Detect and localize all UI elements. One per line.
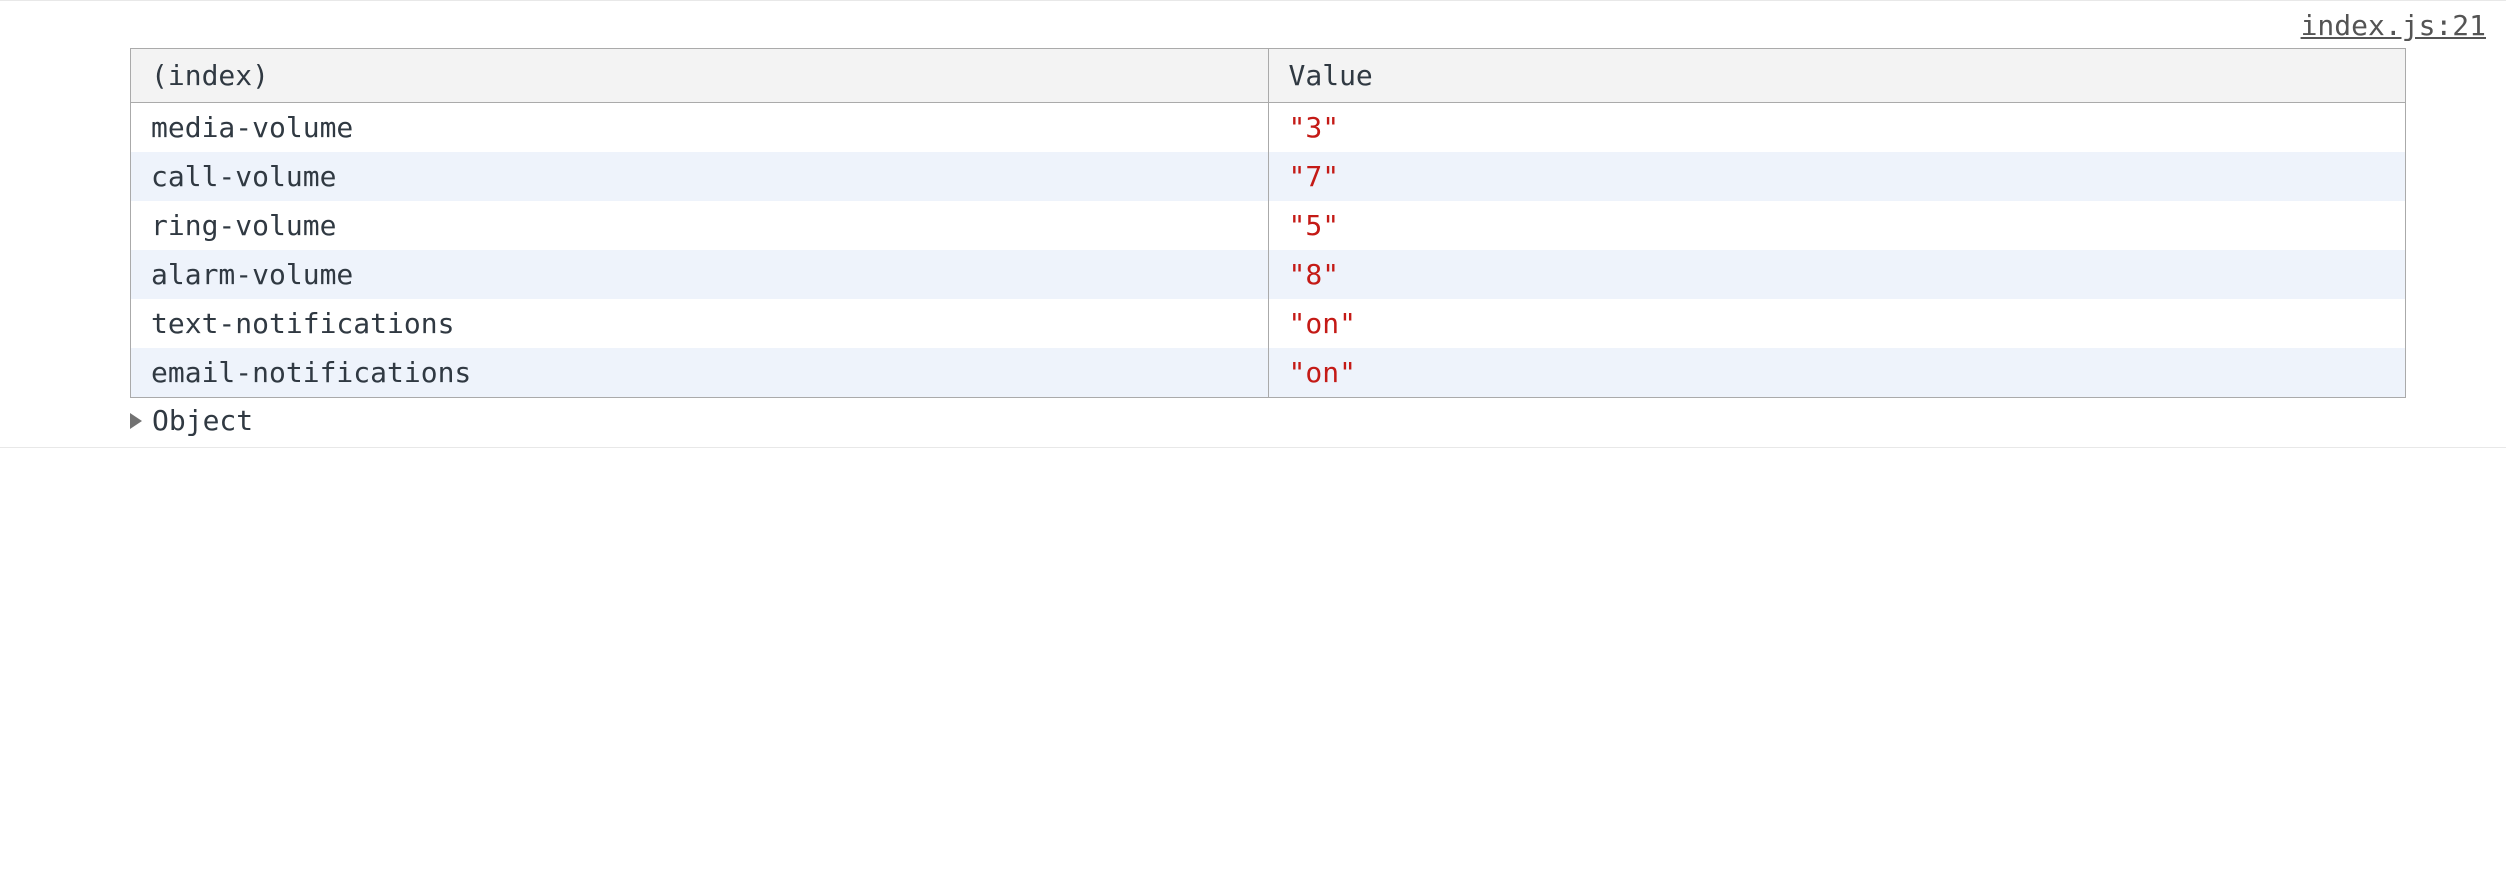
table-row[interactable]: alarm-volume "8" bbox=[131, 250, 2406, 299]
column-header-index[interactable]: (index) bbox=[131, 49, 1269, 103]
value-cell: "on" bbox=[1268, 299, 2406, 348]
value-cell: "8" bbox=[1268, 250, 2406, 299]
index-cell: text-notifications bbox=[131, 299, 1269, 348]
console-table: (index) Value media-volume "3" call-volu… bbox=[130, 48, 2406, 398]
table-row[interactable]: email-notifications "on" bbox=[131, 348, 2406, 398]
value-cell: "7" bbox=[1268, 152, 2406, 201]
source-link-row: index.js:21 bbox=[0, 9, 2506, 48]
index-cell: media-volume bbox=[131, 103, 1269, 153]
index-cell: email-notifications bbox=[131, 348, 1269, 398]
console-log-entry: index.js:21 (index) Value media-volume "… bbox=[0, 0, 2506, 448]
index-cell: alarm-volume bbox=[131, 250, 1269, 299]
table-row[interactable]: text-notifications "on" bbox=[131, 299, 2406, 348]
value-cell: "3" bbox=[1268, 103, 2406, 153]
source-link[interactable]: index.js:21 bbox=[2301, 9, 2486, 42]
value-cell: "on" bbox=[1268, 348, 2406, 398]
table-row[interactable]: ring-volume "5" bbox=[131, 201, 2406, 250]
table-header-row: (index) Value bbox=[131, 49, 2406, 103]
chevron-right-icon bbox=[130, 413, 142, 429]
value-cell: "5" bbox=[1268, 201, 2406, 250]
table-row[interactable]: media-volume "3" bbox=[131, 103, 2406, 153]
console-table-wrapper: (index) Value media-volume "3" call-volu… bbox=[0, 48, 2506, 398]
index-cell: call-volume bbox=[131, 152, 1269, 201]
object-expander[interactable]: Object bbox=[0, 398, 2506, 439]
column-header-value[interactable]: Value bbox=[1268, 49, 2406, 103]
object-label: Object bbox=[152, 404, 253, 437]
table-row[interactable]: call-volume "7" bbox=[131, 152, 2406, 201]
index-cell: ring-volume bbox=[131, 201, 1269, 250]
